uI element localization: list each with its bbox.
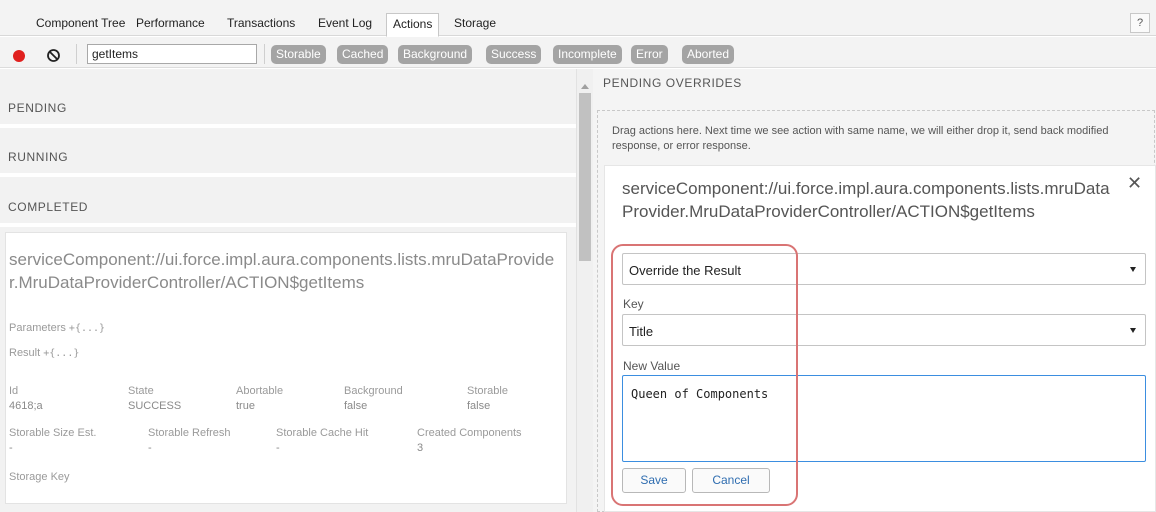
storable-size-value: - [9,442,13,454]
section-completed[interactable]: COMPLETED [0,182,576,227]
action-filter-input[interactable] [87,44,257,64]
section-completed-label: COMPLETED [8,200,89,214]
drop-zone-hint: Drag actions here. Next time we see acti… [612,125,1109,152]
scroll-up-arrow-icon[interactable] [581,84,589,89]
toolbar-separator [76,44,77,64]
cancel-button[interactable]: Cancel [692,468,770,493]
save-button[interactable]: Save [622,468,686,493]
override-mode-value: Override the Result [629,263,741,278]
storable-size-label: Storable Size Est. [9,427,97,439]
storable-value: false [467,400,491,412]
filter-chip-background[interactable]: Background [398,45,473,64]
parameters-expander[interactable]: +{...} [69,323,105,334]
section-pending-label: PENDING [8,101,67,115]
override-mode-select[interactable]: Override the Result [622,253,1146,285]
key-value: Title [629,324,654,339]
tab-performance[interactable]: Performance [130,13,211,34]
background-value: false [344,400,368,412]
key-select[interactable]: Title [622,314,1146,346]
new-value-textarea[interactable]: Queen of Components [622,375,1146,462]
filter-chip-success[interactable]: Success [486,45,542,64]
tab-transactions[interactable]: Transactions [221,13,301,34]
section-pending[interactable]: PENDING [0,83,576,128]
created-components-label: Created Components [417,427,522,439]
new-value-label: New Value [623,359,681,373]
tab-event-log[interactable]: Event Log [312,13,378,34]
override-action-name: serviceComponent://ui.force.impl.aura.co… [622,179,1110,221]
filter-chip-incomplete[interactable]: Incomplete [553,45,622,64]
section-running-label: RUNNING [8,150,69,164]
filter-chip-aborted[interactable]: Aborted [682,45,735,64]
storage-key-label: Storage Key [9,471,70,483]
clear-icon[interactable] [46,48,61,63]
created-components-value: 3 [417,442,424,454]
background-label: Background [344,385,403,397]
id-value: 4618;a [9,400,43,412]
storable-cache-hit-label: Storable Cache Hit [276,427,369,439]
toolbar-separator [264,44,265,64]
tab-storage[interactable]: Storage [448,13,502,34]
result-row[interactable]: Result +{...} [9,347,79,359]
chevron-down-icon [1130,328,1136,333]
devtools-tab-bar: Component Tree Performance Transactions … [0,0,1156,37]
filter-chip-error[interactable]: Error [631,45,668,64]
help-button[interactable]: ? [1130,13,1150,33]
scrollbar-thumb[interactable] [579,93,591,261]
parameters-row[interactable]: Parameters +{...} [9,322,105,334]
storable-label: Storable [467,385,508,397]
abortable-value: true [236,400,255,412]
chevron-down-icon [1130,267,1136,272]
key-label: Key [623,297,644,311]
storable-refresh-value: - [148,442,152,454]
section-running[interactable]: RUNNING [0,132,576,177]
parameters-label: Parameters [9,322,66,334]
record-icon[interactable] [13,50,25,62]
result-label: Result [9,347,41,359]
abortable-label: Abortable [236,385,284,397]
pending-overrides-title: PENDING OVERRIDES [603,76,742,90]
storable-cache-hit-value: - [276,442,280,454]
action-name: serviceComponent://ui.force.impl.aura.co… [9,250,555,292]
id-label: Id [9,385,19,397]
result-expander[interactable]: +{...} [43,348,79,359]
storable-refresh-label: Storable Refresh [148,427,231,439]
state-label: State [128,385,154,397]
close-icon[interactable]: ✕ [1127,173,1142,194]
tab-actions[interactable]: Actions [386,13,440,37]
filter-chip-cached[interactable]: Cached [337,45,389,64]
state-value: SUCCESS [128,400,182,412]
tab-component-tree[interactable]: Component Tree [30,13,131,34]
filter-chip-storable[interactable]: Storable [271,45,326,64]
